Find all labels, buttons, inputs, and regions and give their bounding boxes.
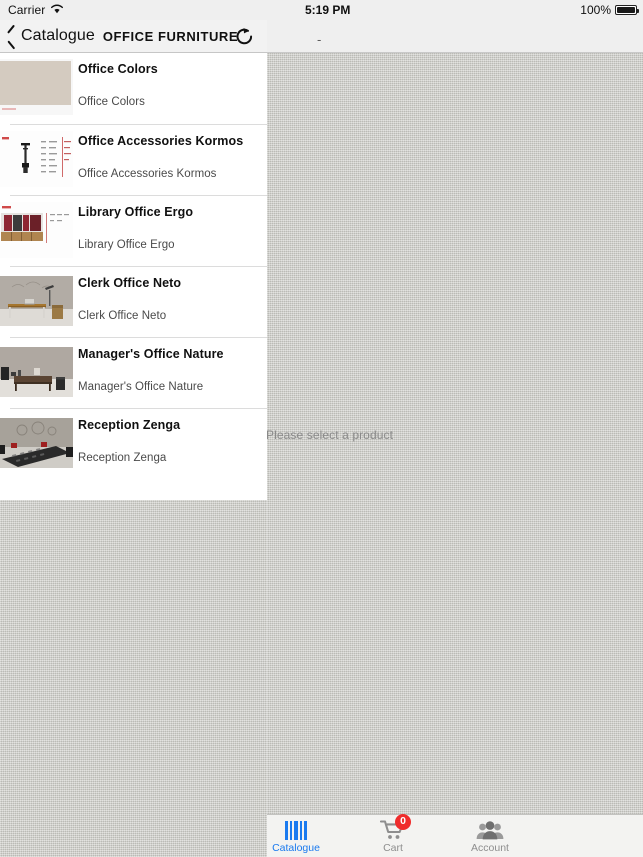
table-row[interactable]: Clerk Office Neto Clerk Office Neto — [0, 266, 267, 337]
tab-account-label: Account — [471, 841, 509, 854]
table-row[interactable]: Library Office Ergo Library Office Ergo — [0, 195, 267, 266]
detail-pane: - Please select a product — [266, 20, 643, 857]
battery-percent-label: 100% — [580, 3, 611, 17]
detail-nav-title: - — [317, 32, 322, 47]
table-row[interactable]: Reception Zenga Reception Zenga — [0, 408, 267, 479]
master-pane: Catalogue OFFICE FURNITURE Office Colors… — [0, 20, 267, 857]
master-navigation-bar: Catalogue OFFICE FURNITURE — [0, 20, 267, 53]
library-cabinet-red-icon — [0, 202, 73, 258]
refresh-icon[interactable] — [233, 25, 256, 48]
product-subtitle: Office Accessories Kormos — [78, 168, 217, 180]
product-subtitle: Reception Zenga — [78, 452, 167, 464]
chevron-left-icon — [6, 28, 17, 45]
status-bar-right: 100% — [580, 3, 639, 17]
table-row[interactable]: Office Colors Office Colors — [0, 53, 267, 124]
status-bar: Carrier 5:19 PM 100% — [0, 0, 643, 20]
wifi-icon — [50, 3, 64, 17]
table-row[interactable]: Manager's Office Nature Manager's Office… — [0, 337, 267, 408]
back-button-label: Catalogue — [21, 27, 95, 44]
tab-catalogue[interactable]: Catalogue — [248, 815, 344, 857]
carrier-label: Carrier — [8, 3, 46, 17]
product-title: Office Colors — [78, 62, 158, 76]
product-subtitle: Library Office Ergo — [78, 239, 175, 251]
product-list[interactable]: Office Colors Office Colors Office Acces… — [0, 53, 267, 500]
technical-drawing-lamp-icon — [0, 131, 73, 187]
dark-reception-desk-icon — [0, 415, 73, 471]
product-title: Manager's Office Nature — [78, 347, 224, 361]
tab-catalogue-label: Catalogue — [272, 841, 320, 854]
barcode-icon — [285, 819, 307, 840]
product-title: Office Accessories Kormos — [78, 134, 244, 148]
product-subtitle: Manager's Office Nature — [78, 381, 204, 393]
table-row[interactable]: Office Accessories Kormos Office Accesso… — [0, 124, 267, 195]
product-subtitle: Clerk Office Neto — [78, 310, 167, 322]
status-bar-left: Carrier — [8, 3, 64, 17]
dark-wood-desk-room-icon — [0, 344, 73, 400]
product-subtitle: Office Colors — [78, 96, 145, 108]
status-bar-clock: 5:19 PM — [305, 3, 351, 17]
tab-bar: Catalogue 0 Cart Account — [267, 813, 643, 857]
product-title: Clerk Office Neto — [78, 276, 182, 290]
page-title: OFFICE FURNITURE — [102, 28, 239, 44]
wooden-desk-room-icon — [0, 273, 73, 329]
people-icon — [476, 819, 504, 840]
product-title: Reception Zenga — [78, 418, 181, 432]
tab-account[interactable]: Account — [442, 815, 538, 857]
detail-placeholder-text: Please select a product — [266, 428, 394, 442]
tab-cart[interactable]: 0 Cart — [345, 813, 441, 857]
back-button[interactable]: Catalogue — [6, 27, 95, 45]
cart-badge-count: 0 — [395, 813, 411, 830]
product-title: Library Office Ergo — [78, 205, 194, 219]
cart-icon: 0 — [380, 813, 411, 840]
detail-navigation-bar: - — [267, 20, 643, 53]
color-swatch-beige-icon — [0, 59, 73, 115]
detail-content-area: Please select a product — [266, 53, 643, 857]
app-root: - Please select a product Catalogue 0 Ca… — [0, 0, 643, 857]
battery-full-icon — [615, 5, 639, 15]
tab-cart-label: Cart — [383, 841, 403, 854]
